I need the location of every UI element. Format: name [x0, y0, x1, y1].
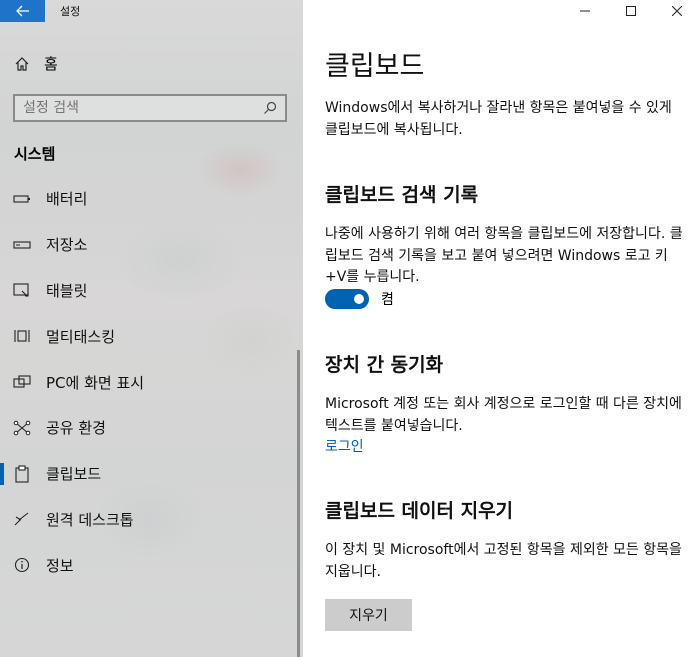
clear-heading: 클립보드 데이터 지우기 — [325, 500, 514, 522]
back-button[interactable] — [0, 0, 45, 22]
sidebar-item-tablet[interactable]: 태블릿 — [0, 268, 303, 314]
history-toggle-row: 켬 — [325, 289, 394, 309]
sidebar-item-project[interactable]: PC에 화면 표시 — [0, 359, 303, 405]
sidebar-nav: 배터리 저장소 태블릿 멀티태스킹 PC에 화면 표시 공유 환경 클립보드 원… — [0, 176, 303, 588]
page-title: 클립보드 — [325, 51, 425, 82]
clear-description: 이 장치 및 Microsoft에서 고정된 항목을 제외한 모든 항목을 지웁… — [325, 542, 682, 580]
history-toggle[interactable] — [325, 289, 369, 309]
app-title: 설정 — [60, 5, 81, 18]
search-input[interactable] — [23, 100, 243, 116]
search-icon[interactable] — [263, 101, 277, 115]
minimize-icon — [580, 10, 590, 12]
sidebar-item-label: 정보 — [46, 556, 74, 575]
home-nav-item[interactable]: 홈 — [14, 53, 58, 74]
home-label: 홈 — [44, 55, 58, 73]
section-title: 시스템 — [14, 145, 56, 163]
sidebar-item-label: PC에 화면 표시 — [46, 373, 145, 392]
window-controls — [562, 0, 700, 22]
sidebar-item-label: 저장소 — [46, 236, 88, 255]
sign-in-link[interactable]: 로그인 — [325, 436, 364, 456]
sidebar-item-label: 멀티태스킹 — [46, 327, 116, 346]
clear-button[interactable]: 지우기 — [325, 599, 412, 631]
multitasking-icon — [13, 327, 31, 345]
tablet-icon — [13, 281, 31, 299]
sidebar-item-clipboard[interactable]: 클립보드 — [0, 451, 303, 497]
storage-icon — [13, 236, 31, 254]
sidebar-item-remote-desktop[interactable]: 원격 데스크톱 — [0, 497, 303, 543]
maximize-icon — [626, 6, 636, 16]
info-icon — [13, 556, 31, 574]
sidebar-item-storage[interactable]: 저장소 — [0, 222, 303, 268]
sidebar-item-info[interactable]: 정보 — [0, 542, 303, 588]
sidebar-scrollbar[interactable] — [297, 350, 300, 657]
maximize-button[interactable] — [608, 0, 654, 22]
home-icon — [15, 56, 29, 71]
sync-heading: 장치 간 동기화 — [325, 354, 444, 376]
sidebar-item-shared[interactable]: 공유 환경 — [0, 405, 303, 451]
history-heading: 클립보드 검색 기록 — [325, 184, 479, 206]
sidebar-item-label: 원격 데스크톱 — [46, 510, 134, 529]
close-button[interactable] — [654, 0, 700, 22]
arrow-left-icon — [15, 5, 29, 17]
toggle-state-label: 켬 — [381, 292, 394, 308]
history-description: 나중에 사용하기 위해 여러 항목을 클립보드에 저장합니다. 클립보드 검색 … — [325, 226, 683, 285]
sidebar-item-label: 클립보드 — [46, 465, 102, 484]
remote-desktop-icon — [13, 510, 31, 528]
sync-description: Microsoft 계정 또는 회사 계정으로 로그인할 때 다른 장치에 텍스… — [325, 396, 682, 434]
sidebar-item-battery[interactable]: 배터리 — [0, 176, 303, 222]
sidebar-item-multitasking[interactable]: 멀티태스킹 — [0, 313, 303, 359]
clipboard-icon — [13, 465, 31, 483]
close-icon — [672, 6, 682, 16]
sidebar: 설정 홈 시스템 배터리 저장소 — [0, 0, 303, 657]
sidebar-item-label: 공유 환경 — [46, 419, 106, 438]
main-content: 클립보드 Windows에서 복사하거나 잘라낸 항목은 붙여넣을 수 있게 클… — [303, 0, 700, 657]
shared-icon — [13, 419, 31, 437]
minimize-button[interactable] — [562, 0, 608, 22]
battery-icon — [13, 190, 31, 208]
intro-text: Windows에서 복사하거나 잘라낸 항목은 붙여넣을 수 있게 클립보드에 … — [325, 100, 672, 138]
sidebar-item-label: 태블릿 — [46, 281, 88, 300]
project-icon — [13, 373, 31, 391]
search-box[interactable] — [13, 94, 287, 122]
title-bar: 설정 — [0, 0, 303, 22]
sidebar-item-label: 배터리 — [46, 190, 88, 209]
